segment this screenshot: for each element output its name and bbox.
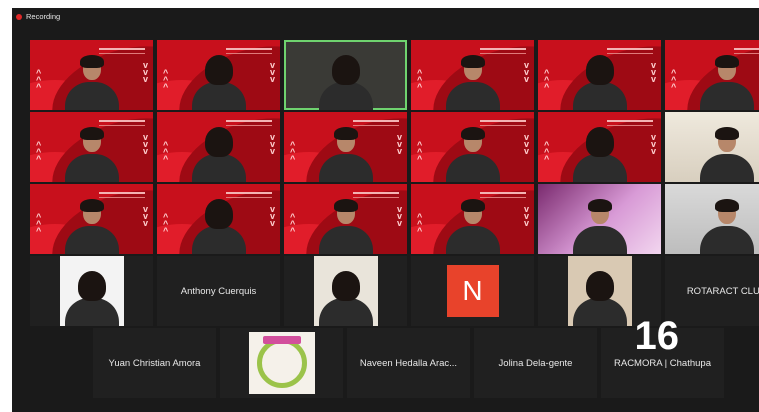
participant-tile[interactable]: N — [411, 256, 534, 326]
recording-indicator: Recording — [16, 10, 60, 23]
participant-video — [63, 271, 121, 326]
participant-video — [317, 199, 375, 254]
participant-tile[interactable]: ^^^vvv — [157, 40, 280, 110]
participant-tile[interactable]: ^^^vvv — [411, 184, 534, 254]
participant-video — [698, 55, 756, 110]
participant-tile[interactable] — [30, 256, 153, 326]
participant-name: Anthony Cuerquis — [180, 285, 257, 297]
participant-video — [63, 199, 121, 254]
participant-tile[interactable] — [538, 184, 661, 254]
participant-tile[interactable] — [284, 256, 407, 326]
participant-tile[interactable]: ^^^vvv — [30, 112, 153, 182]
participant-tile[interactable]: ^^^vvv — [157, 112, 280, 182]
participant-tile[interactable]: ^^^vvv — [665, 40, 759, 110]
recording-dot-icon — [16, 13, 22, 20]
participant-video — [317, 55, 375, 110]
recording-label: Recording — [26, 12, 61, 21]
participant-tile[interactable] — [665, 184, 759, 254]
participant-tile[interactable]: ^^^vvv — [538, 112, 661, 182]
participant-tile[interactable]: ^^^vvv — [157, 184, 280, 254]
participant-video — [313, 256, 378, 326]
participant-video — [567, 256, 632, 326]
participant-tile[interactable]: ^^^vvv — [30, 184, 153, 254]
participant-video — [444, 199, 502, 254]
participant-tile[interactable] — [284, 40, 407, 110]
participant-tile[interactable]: Yuan Christian Amora — [93, 328, 216, 398]
participant-video — [571, 271, 629, 326]
participant-video — [63, 55, 121, 110]
participant-video — [444, 55, 502, 110]
participant-video — [190, 127, 248, 182]
participant-name: Jolina Dela-gente — [498, 357, 573, 369]
participant-tile[interactable]: Jolina Dela-gente — [474, 328, 597, 398]
participant-tile[interactable] — [665, 112, 759, 182]
participant-tile[interactable]: Naveen Hedalla Arac... — [347, 328, 470, 398]
participant-video — [698, 127, 756, 182]
participant-video — [317, 127, 375, 182]
participant-tile[interactable]: ^^^vvv — [411, 112, 534, 182]
participant-tile[interactable]: ^^^vvv — [284, 112, 407, 182]
poster-image — [248, 332, 315, 394]
participant-video — [59, 256, 124, 326]
participant-tile[interactable]: ^^^vvv — [538, 40, 661, 110]
participant-video — [190, 199, 248, 254]
participant-video — [444, 127, 502, 182]
participant-video — [317, 271, 375, 326]
page-counter: 16 — [634, 314, 680, 358]
participant-tile[interactable]: ^^^vvv — [30, 40, 153, 110]
participant-video — [571, 55, 629, 110]
participant-tile[interactable]: Anthony Cuerquis — [157, 256, 280, 326]
participant-video — [698, 199, 756, 254]
participant-video — [190, 55, 248, 110]
participant-tile[interactable] — [220, 328, 343, 398]
participant-tile[interactable]: ROTARACT CLUB — [665, 256, 759, 326]
participant-name: Yuan Christian Amora — [108, 357, 201, 369]
participant-video — [571, 199, 629, 254]
avatar: N — [446, 265, 499, 317]
participant-tile[interactable]: ^^^vvv — [411, 40, 534, 110]
participant-name: Naveen Hedalla Arac... — [359, 357, 458, 369]
participant-tile[interactable]: ^^^vvv — [284, 184, 407, 254]
participant-video — [63, 127, 121, 182]
participant-video — [571, 127, 629, 182]
participant-name: ROTARACT CLUB — [686, 285, 759, 297]
